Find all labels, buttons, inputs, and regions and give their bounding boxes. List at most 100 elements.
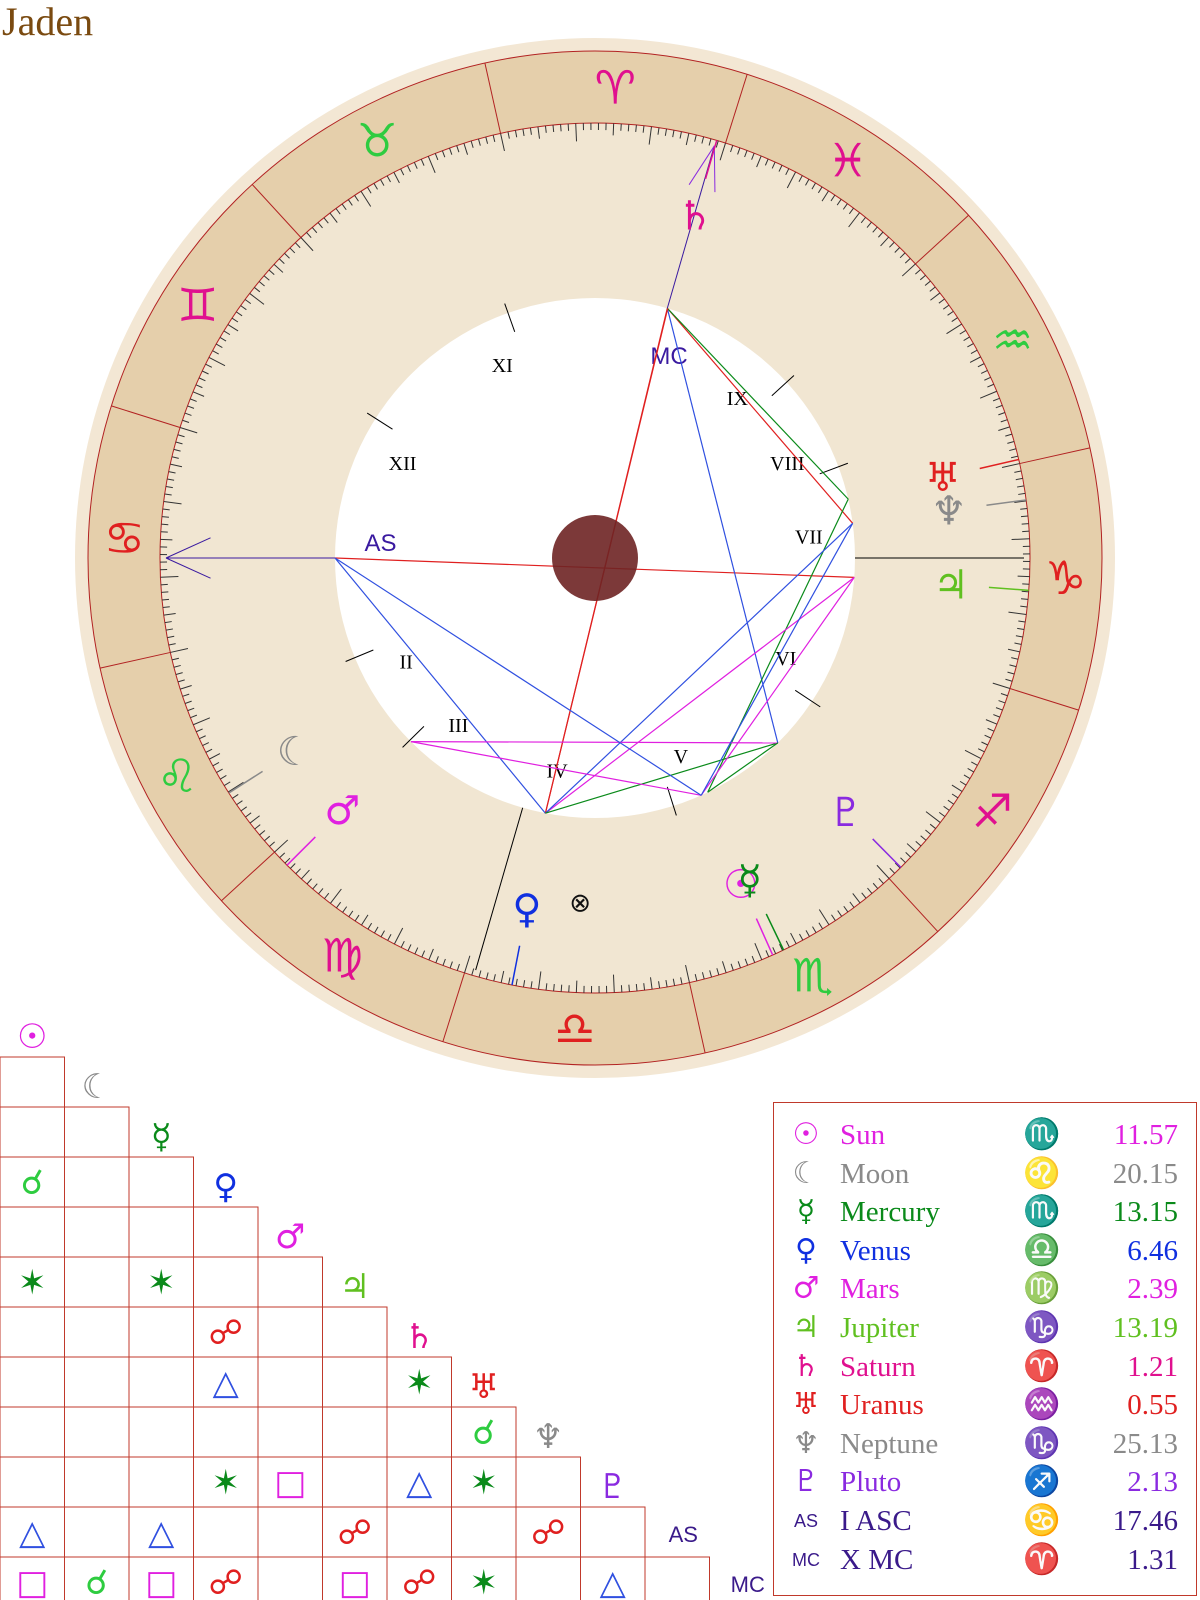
degree-tick <box>1021 523 1029 525</box>
venus-legend-name: Venus <box>840 1234 911 1267</box>
aspect-symbol: □ <box>16 1563 48 1600</box>
legend-row-pluto: ♇ Pluto ♐ 2.13 <box>774 1464 1196 1500</box>
moon-legend-sign: ♌ <box>1023 1155 1061 1191</box>
mc-legend-name: X MC <box>840 1543 914 1576</box>
grid-header-glyph: MC <box>731 1572 765 1597</box>
uranus-legend-glyph: ♅ <box>792 1387 820 1423</box>
degree-tick <box>1021 598 1029 600</box>
legend-row-asc: AS I ASC ♋ 17.46 <box>774 1503 1196 1539</box>
grid-header-glyph: ☿ <box>151 1117 172 1157</box>
neptune-legend-glyph: ♆ <box>792 1425 820 1461</box>
pluto-glyph: ♇ <box>828 790 864 836</box>
degree-tick <box>1021 590 1029 593</box>
mc-legend-sign: ♈ <box>1023 1541 1061 1577</box>
grid-cell <box>193 1406 259 1458</box>
venus-legend-sign: ♎ <box>1023 1232 1061 1268</box>
grid-cell <box>128 1456 194 1508</box>
grid-cell <box>257 1256 323 1308</box>
grid-cell <box>193 1256 259 1308</box>
jupiter-legend-glyph: ♃ <box>792 1310 820 1345</box>
uranus-legend-degree: 0.55 <box>1127 1389 1178 1422</box>
saturn-legend-name: Saturn <box>840 1350 916 1383</box>
degree-tick <box>1020 515 1029 518</box>
grid-header-glyph: ♆ <box>533 1417 563 1457</box>
jupiter-legend-sign: ♑ <box>1023 1310 1061 1345</box>
grid-cell <box>580 1506 646 1558</box>
aspect-symbol: ✶ <box>147 1263 176 1303</box>
grid-cell <box>322 1306 388 1358</box>
grid-cell <box>322 1356 388 1408</box>
uranus-legend-sign: ♒ <box>1023 1387 1061 1423</box>
pluto-legend-name: Pluto <box>840 1466 902 1499</box>
zodiac-sign-glyph: ♑ <box>1045 551 1086 605</box>
asc-legend-glyph: AS <box>793 1511 818 1531</box>
grid-cell <box>64 1506 130 1558</box>
legend-row-mars: ♂ Mars ♍ 2.39 <box>774 1271 1196 1307</box>
jupiter-glyph: ♃ <box>933 563 969 609</box>
aspect-symbol: ☍ <box>338 1513 372 1553</box>
mars-legend-glyph: ♂ <box>792 1271 820 1307</box>
mc-legend-degree: 1.31 <box>1127 1543 1178 1576</box>
grid-cell <box>64 1406 130 1458</box>
aspect-symbol: ☌ <box>472 1413 495 1453</box>
grid-cell <box>257 1306 323 1358</box>
aspect-grid: ☉ ☾ ☿ ♀ ♂ ♃ ♄ ♅ ♆ ♇ AS MC ☌ ✶ ✶ ☍ △ ✶ ☌ ✶ □ △ ✶ △ △ ☍ ☍ □ ☌ □ ☍ □ ☍ ✶ △ <box>0 1017 765 1600</box>
saturn-legend-degree: 1.21 <box>1127 1350 1178 1383</box>
grid-cell <box>0 1056 65 1108</box>
grid-cell <box>0 1106 65 1158</box>
neptune-legend-sign: ♑ <box>1023 1425 1061 1461</box>
neptune-glyph: ♆ <box>931 488 967 534</box>
mars-legend-sign: ♍ <box>1023 1271 1061 1307</box>
aspect-symbol: ☍ <box>209 1563 243 1600</box>
mercury-legend-sign: ♏ <box>1023 1194 1061 1230</box>
aspect-symbol: ✶ <box>18 1263 47 1303</box>
grid-cell <box>257 1356 323 1408</box>
planet-legend: ☉ Sun ♏ 11.57 ☾ Moon ♌ 20.15 ☿ Mercury ♏ 13.15 ♀ Venu… <box>773 1102 1197 1596</box>
zodiac-sign-glyph: ♐ <box>972 784 1013 838</box>
pluto-legend-degree: 2.13 <box>1127 1466 1178 1499</box>
legend-row-uranus: ♅ Uranus ♒ 0.55 <box>774 1387 1196 1423</box>
grid-cell <box>451 1506 517 1558</box>
aspect-symbol: △ <box>406 1463 433 1503</box>
aspect-symbol: △ <box>600 1563 627 1600</box>
aspect-symbol: ✶ <box>470 1563 499 1600</box>
aspect-symbol: □ <box>339 1563 371 1600</box>
degree-tick <box>1017 575 1030 578</box>
asc-legend-name: I ASC <box>840 1505 912 1537</box>
grid-header-glyph: ☾ <box>82 1067 112 1107</box>
grid-cell <box>64 1356 130 1408</box>
grid-cell <box>128 1156 194 1208</box>
mercury-legend-degree: 13.15 <box>1112 1196 1178 1229</box>
neptune-legend-name: Neptune <box>840 1427 939 1460</box>
grid-cell <box>0 1306 65 1358</box>
grid-cell <box>128 1356 194 1408</box>
sun-legend-degree: 11.57 <box>1113 1119 1178 1151</box>
grid-cell <box>0 1406 65 1458</box>
legend-row-sun: ☉ Sun ♏ 11.57 <box>774 1117 1196 1153</box>
aspect-symbol: ✶ <box>470 1463 499 1503</box>
pluto-legend-glyph: ♇ <box>792 1464 820 1500</box>
aspect-symbol: ☌ <box>21 1163 44 1203</box>
aspect-symbol: ☍ <box>531 1513 565 1553</box>
legend-row-moon: ☾ Moon ♌ 20.15 <box>774 1156 1196 1192</box>
grid-cell <box>386 1506 452 1558</box>
grid-cell <box>128 1406 194 1458</box>
zodiac-sign-glyph: ♒ <box>992 313 1033 367</box>
grid-cell <box>64 1206 130 1258</box>
aspect-symbol: ☍ <box>402 1563 436 1600</box>
house-number-label: VII <box>795 527 823 549</box>
mars-legend-degree: 2.39 <box>1127 1273 1178 1306</box>
aspect-symbol: ✶ <box>212 1463 241 1503</box>
grid-header-glyph: ♅ <box>469 1367 499 1407</box>
saturn-legend-sign: ♈ <box>1023 1348 1061 1384</box>
grid-header-glyph: ♃ <box>340 1267 370 1307</box>
grid-cell <box>64 1106 130 1158</box>
grid-cell <box>64 1306 130 1358</box>
grid-cell <box>64 1256 130 1308</box>
grid-cell <box>515 1556 581 1600</box>
grid-header-glyph: ♂ <box>275 1217 305 1257</box>
grid-cell <box>128 1306 194 1358</box>
legend-row-jupiter: ♃ Jupiter ♑ 13.19 <box>774 1310 1196 1346</box>
aspect-symbol: □ <box>274 1463 306 1503</box>
venus-legend-glyph: ♀ <box>795 1232 817 1268</box>
